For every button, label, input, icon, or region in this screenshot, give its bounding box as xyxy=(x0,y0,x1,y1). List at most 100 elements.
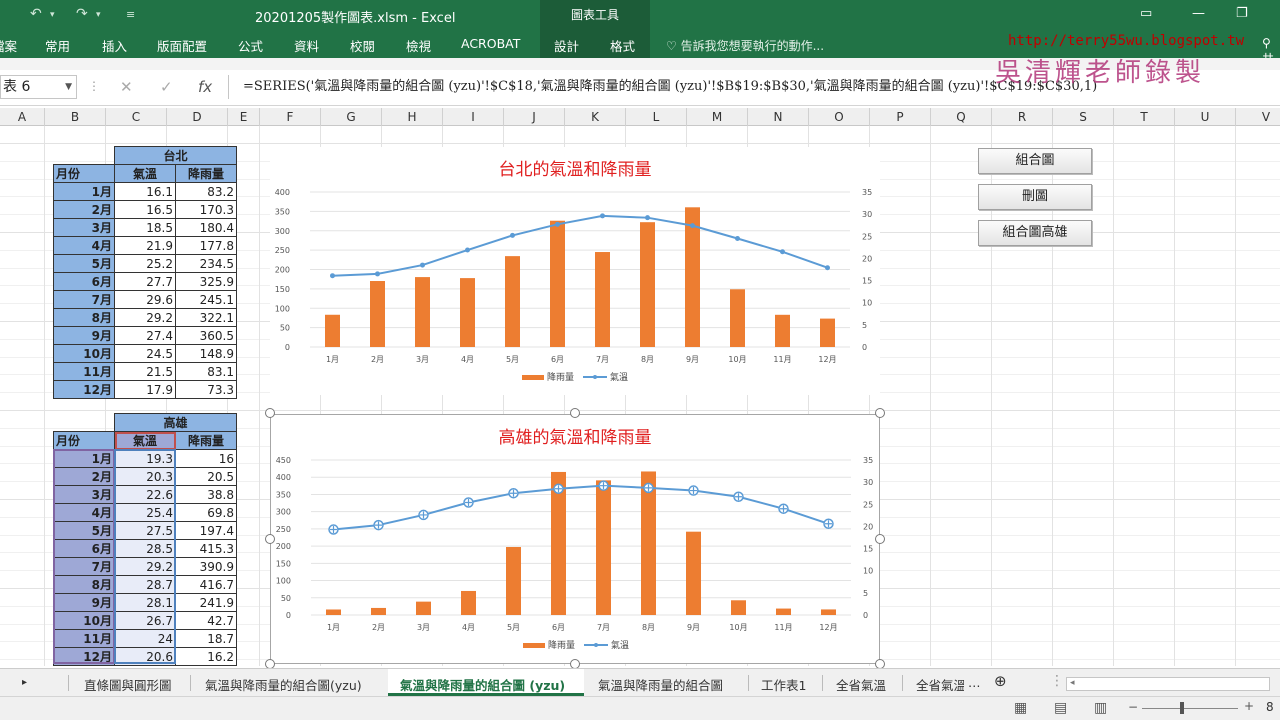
column-header-b[interactable]: B xyxy=(45,108,106,126)
rain-cell[interactable]: 325.9 xyxy=(175,272,237,291)
column-header-n[interactable]: N xyxy=(748,108,809,126)
page-break-view-icon[interactable]: ▥ xyxy=(1094,700,1107,716)
temp-cell[interactable]: 24.5 xyxy=(114,344,176,363)
rain-cell[interactable]: 180.4 xyxy=(175,218,237,237)
month-cell[interactable]: 2月 xyxy=(53,467,115,486)
month-header[interactable]: 月份 xyxy=(53,431,115,450)
scroll-tabs-right-icon[interactable]: ▸ xyxy=(22,677,27,688)
month-cell[interactable]: 1月 xyxy=(53,449,115,468)
temp-cell[interactable]: 18.5 xyxy=(114,218,176,237)
kaohsiung-combo-chart[interactable]: 高雄的氣溫和降雨量 0 50 100 150 200 250 300 350 400 450 0 5 1… xyxy=(270,414,880,664)
customize-toolbar-icon[interactable]: ≡ xyxy=(126,8,135,21)
combo-chart-button[interactable]: 組合圖 xyxy=(978,148,1092,174)
tab-page-layout[interactable]: 版面配置 xyxy=(157,36,207,55)
column-header-c[interactable]: C xyxy=(106,108,167,126)
taipei-data-table[interactable]: 台北 月份 氣溫 降雨量 1月 16.1 83.2 2月 16.5 170.3 3月 18.5 18… xyxy=(53,146,237,399)
page-layout-view-icon[interactable]: ▤ xyxy=(1054,700,1067,716)
month-cell[interactable]: 4月 xyxy=(53,236,115,255)
resize-handle[interactable] xyxy=(265,534,275,544)
temp-cell[interactable]: 17.9 xyxy=(114,380,176,399)
redo-icon[interactable]: ↷ xyxy=(76,6,88,22)
temp-cell[interactable]: 21.5 xyxy=(114,362,176,381)
tab-view[interactable]: 檢視 xyxy=(406,36,431,55)
column-header-f[interactable]: F xyxy=(260,108,321,126)
column-header-e[interactable]: E xyxy=(228,108,260,126)
temp-cell[interactable]: 28.5 xyxy=(114,539,176,558)
temp-cell[interactable]: 29.2 xyxy=(114,308,176,327)
month-cell[interactable]: 6月 xyxy=(53,272,115,291)
resize-handle[interactable] xyxy=(570,408,580,418)
undo-dropdown-icon[interactable]: ▾ xyxy=(50,10,55,20)
column-header-t[interactable]: T xyxy=(1114,108,1175,126)
zoom-in-icon[interactable]: + xyxy=(1244,699,1254,713)
rain-cell[interactable]: 20.5 xyxy=(175,467,237,486)
temp-cell[interactable]: 20.3 xyxy=(114,467,176,486)
rain-cell[interactable]: 197.4 xyxy=(175,521,237,540)
normal-view-icon[interactable]: ▦ xyxy=(1014,700,1027,716)
redo-dropdown-icon[interactable]: ▾ xyxy=(96,10,101,20)
temp-cell[interactable]: 21.9 xyxy=(114,236,176,255)
zoom-slider[interactable] xyxy=(1142,708,1238,709)
tab-data[interactable]: 資料 xyxy=(294,36,319,55)
sheet-tab[interactable]: 直條圖與圓形圖 xyxy=(84,675,172,694)
rain-cell[interactable]: 42.7 xyxy=(175,611,237,630)
temp-cell[interactable]: 16.1 xyxy=(114,182,176,201)
temp-cell[interactable]: 27.5 xyxy=(114,521,176,540)
column-header-v[interactable]: V xyxy=(1236,108,1280,126)
rain-cell[interactable]: 390.9 xyxy=(175,557,237,576)
rain-header[interactable]: 降雨量 xyxy=(175,164,237,183)
temp-cell[interactable]: 16.5 xyxy=(114,200,176,219)
rain-cell[interactable]: 234.5 xyxy=(175,254,237,273)
add-sheet-icon[interactable]: ⊕ xyxy=(994,672,1007,690)
temp-cell[interactable]: 27.4 xyxy=(114,326,176,345)
temp-cell[interactable]: 20.6 xyxy=(114,647,176,666)
sheet-tab[interactable]: 全省氣溫 xyxy=(916,675,964,694)
sheet-tab-active[interactable]: 氣溫與降雨量的組合圖 (yzu) xyxy=(400,675,565,694)
temp-cell[interactable]: 24 xyxy=(114,629,176,648)
tab-formulas[interactable]: 公式 xyxy=(238,36,263,55)
undo-icon[interactable]: ↶ xyxy=(30,6,42,22)
sheet-tab[interactable]: 全省氣溫 xyxy=(836,675,886,694)
column-header-r[interactable]: R xyxy=(992,108,1053,126)
rain-cell[interactable]: 83.1 xyxy=(175,362,237,381)
resize-handle[interactable] xyxy=(875,408,885,418)
sheet-tab[interactable]: 工作表1 xyxy=(761,675,806,694)
zoom-out-icon[interactable]: − xyxy=(1128,700,1138,714)
column-header-l[interactable]: L xyxy=(626,108,687,126)
month-cell[interactable]: 3月 xyxy=(53,218,115,237)
month-cell[interactable]: 1月 xyxy=(53,182,115,201)
month-cell[interactable]: 10月 xyxy=(53,611,115,630)
month-cell[interactable]: 4月 xyxy=(53,503,115,522)
scroll-left-icon[interactable]: ◂ xyxy=(1070,678,1075,688)
rain-cell[interactable]: 245.1 xyxy=(175,290,237,309)
month-cell[interactable]: 12月 xyxy=(53,647,115,666)
temp-cell[interactable]: 25.4 xyxy=(114,503,176,522)
combo-kaohsiung-button[interactable]: 組合圖高雄 xyxy=(978,220,1092,246)
month-cell[interactable]: 7月 xyxy=(53,557,115,576)
column-header-s[interactable]: S xyxy=(1053,108,1114,126)
rain-cell[interactable]: 416.7 xyxy=(175,575,237,594)
month-cell[interactable]: 9月 xyxy=(53,593,115,612)
delete-chart-button[interactable]: 刪圖 xyxy=(978,184,1092,210)
chevron-down-icon[interactable]: ▼ xyxy=(65,76,72,98)
tab-split-icon[interactable]: ⋮ xyxy=(1050,673,1064,689)
rain-cell[interactable]: 177.8 xyxy=(175,236,237,255)
temp-cell[interactable]: 29.2 xyxy=(114,557,176,576)
zoom-level[interactable]: 8 xyxy=(1266,700,1274,714)
tab-format[interactable]: 格式 xyxy=(610,36,635,55)
column-header-d[interactable]: D xyxy=(167,108,228,126)
zoom-slider-thumb[interactable] xyxy=(1180,702,1184,714)
rain-cell[interactable]: 69.8 xyxy=(175,503,237,522)
temp-header[interactable]: 氣溫 xyxy=(114,431,176,450)
month-cell[interactable]: 12月 xyxy=(53,380,115,399)
column-header-i[interactable]: I xyxy=(443,108,504,126)
month-cell[interactable]: 7月 xyxy=(53,290,115,309)
city-header[interactable]: 台北 xyxy=(114,146,237,165)
month-cell[interactable]: 3月 xyxy=(53,485,115,504)
column-header-a[interactable]: A xyxy=(0,108,45,126)
column-header-k[interactable]: K xyxy=(565,108,626,126)
month-cell[interactable]: 6月 xyxy=(53,539,115,558)
horizontal-scrollbar[interactable]: ◂ xyxy=(1066,677,1270,691)
month-cell[interactable]: 9月 xyxy=(53,326,115,345)
month-cell[interactable]: 2月 xyxy=(53,200,115,219)
